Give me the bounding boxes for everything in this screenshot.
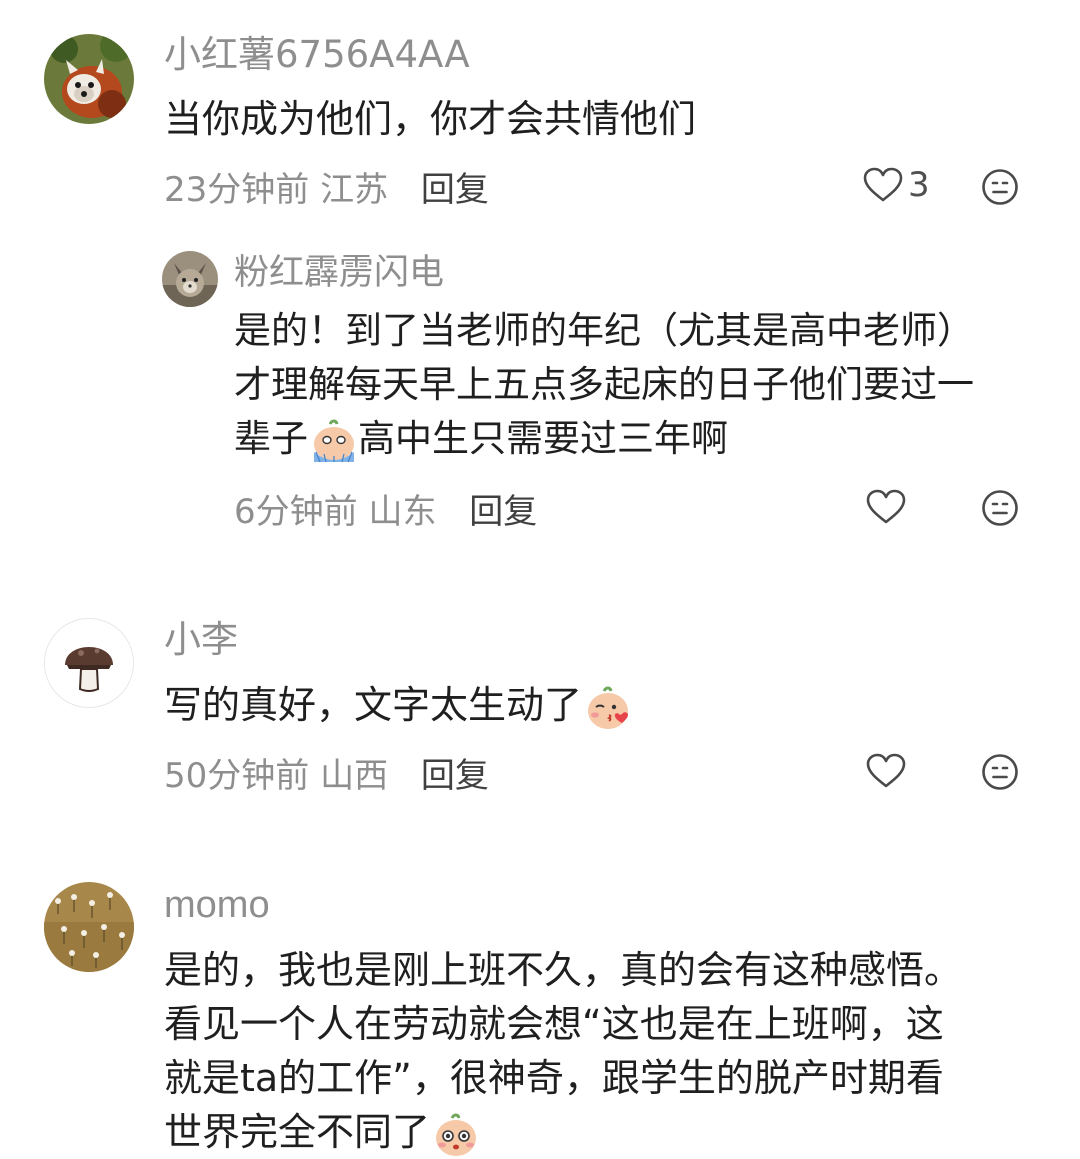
comment-location: 山西: [320, 756, 389, 796]
reply-button[interactable]: 回复: [421, 756, 489, 796]
neutral-face-icon: [982, 754, 1018, 790]
like-button[interactable]: [865, 752, 907, 790]
reply-text-segment: 辈子: [234, 417, 308, 460]
comment-text-line: 就是ta的工作”，很神奇，跟学生的脱产时期看: [164, 1056, 944, 1100]
like-button[interactable]: 3: [862, 166, 930, 204]
comment-username[interactable]: momo: [164, 886, 270, 924]
reply-text-line: 辈子 高中生只需要过三年啊: [234, 412, 728, 466]
comment-time: 23分钟前: [164, 170, 310, 210]
reply-location: 山东: [368, 492, 437, 532]
avatar[interactable]: [44, 882, 134, 972]
dislike-button[interactable]: [981, 489, 1019, 527]
heart-icon: [866, 753, 906, 788]
reply-text-segment: 高中生只需要过三年啊: [358, 417, 728, 460]
comment-text-segment: 世界完全不同了: [164, 1110, 431, 1154]
red-panda-avatar: [44, 34, 134, 124]
neutral-face-icon: [982, 169, 1018, 205]
reply-meta: 6分钟前 山东 回复: [234, 495, 537, 529]
kiss-face-emoji: [584, 685, 632, 731]
reply-text-line: 才理解每天早上五点多起床的日子他们要过一: [234, 363, 974, 406]
heart-icon: [863, 167, 903, 202]
heart-icon: [866, 489, 906, 524]
reply-button[interactable]: 回复: [421, 170, 489, 210]
comment-text-segment: 写的真好，文字太生动了: [164, 683, 583, 727]
comment-text-line: 是的，我也是刚上班不久，真的会有这种感悟。: [164, 948, 963, 992]
flower-field-avatar: [44, 882, 134, 972]
crying-face-emoji: [310, 418, 358, 464]
dislike-button[interactable]: [981, 168, 1019, 206]
comment-text: 写的真好，文字太生动了: [164, 678, 632, 732]
avatar[interactable]: [44, 34, 134, 124]
avatar[interactable]: [44, 618, 134, 708]
surprised-face-emoji: [432, 1112, 480, 1158]
comment-meta: 50分钟前 山西 回复: [164, 759, 489, 793]
comment-username[interactable]: 小红薯6756A4AA: [164, 36, 470, 73]
comment-meta: 23分钟前 江苏 回复: [164, 173, 489, 207]
like-count: 3: [908, 165, 930, 205]
reply-time: 6分钟前: [234, 492, 358, 532]
neutral-face-icon: [982, 490, 1018, 526]
comment-text-line: 看见一个人在劳动就会想“这也是在上班啊，这: [164, 1002, 944, 1046]
reply-username[interactable]: 粉红霹雳闪电: [234, 256, 444, 291]
like-button[interactable]: [865, 488, 907, 526]
comment-text-line: 世界完全不同了: [164, 1105, 480, 1159]
comment-username[interactable]: 小李: [164, 621, 238, 658]
reply-button[interactable]: 回复: [469, 492, 537, 532]
mushroom-avatar: [45, 619, 133, 707]
avatar[interactable]: [162, 251, 218, 307]
comment-text: 当你成为他们，你才会共情他们: [164, 97, 697, 141]
comment-location: 江苏: [320, 170, 389, 210]
comment-time: 50分钟前: [164, 756, 310, 796]
cat-avatar: [162, 251, 218, 307]
reply-text-line: 是的！到了当老师的年纪（尤其是高中老师）: [234, 309, 974, 352]
dislike-button[interactable]: [981, 753, 1019, 791]
